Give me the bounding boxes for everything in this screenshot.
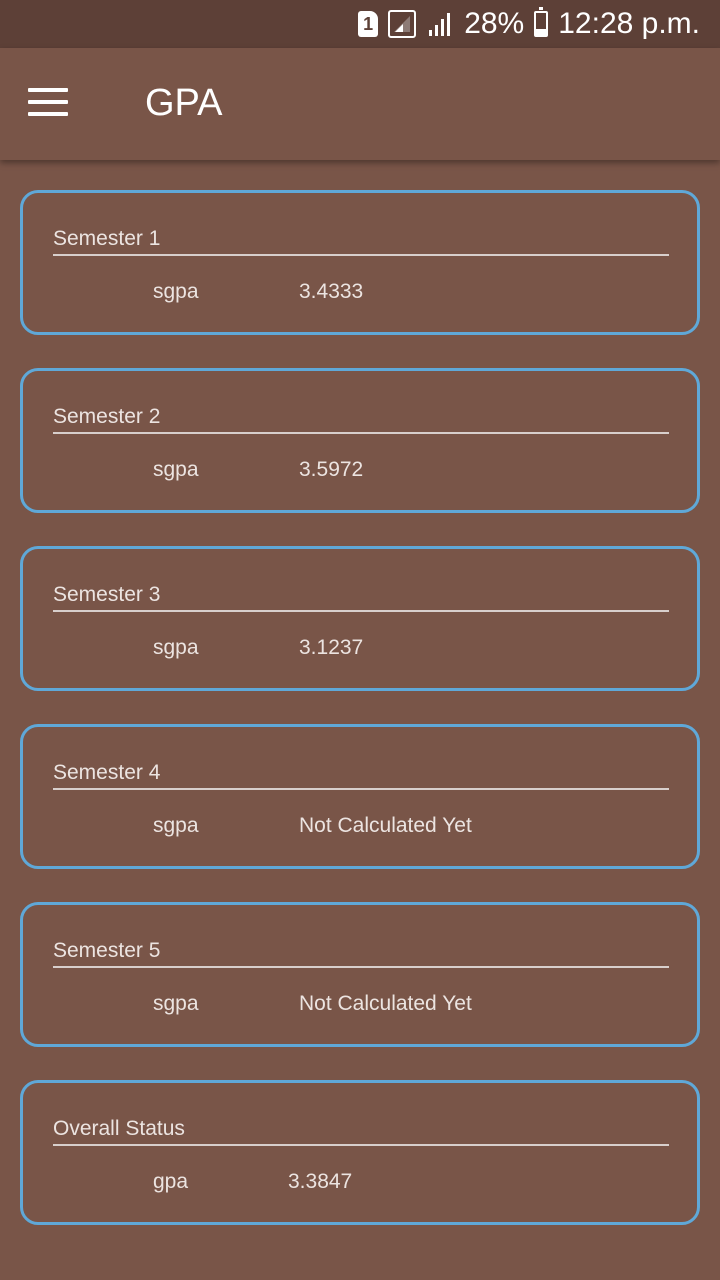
sgpa-label: sgpa xyxy=(153,458,199,481)
semester-card: Semester 3 sgpa 3.1237 xyxy=(20,546,700,691)
sgpa-label: sgpa xyxy=(153,992,199,1015)
divider xyxy=(53,788,669,790)
signal-icon xyxy=(388,10,417,38)
divider xyxy=(53,1144,669,1146)
sgpa-value: 3.5972 xyxy=(299,458,364,481)
sgpa-label: sgpa xyxy=(153,636,199,659)
divider xyxy=(53,432,669,434)
semester-card: Semester 5 sgpa Not Calculated Yet xyxy=(20,902,700,1047)
clock: 12:28 p.m. xyxy=(558,7,700,40)
card-title: Semester 2 xyxy=(53,405,161,428)
sgpa-value: Not Calculated Yet xyxy=(299,814,472,837)
semester-card: Semester 4 sgpa Not Calculated Yet xyxy=(20,724,700,869)
divider xyxy=(53,610,669,612)
sgpa-value: 3.4333 xyxy=(299,280,364,303)
divider xyxy=(53,254,669,256)
semester-card: Semester 1 sgpa 3.4333 xyxy=(20,190,700,335)
battery-level xyxy=(536,28,547,35)
sgpa-value: Not Calculated Yet xyxy=(299,992,472,1015)
card-title: Semester 1 xyxy=(53,227,161,250)
sgpa-value: 3.1237 xyxy=(299,636,364,659)
hamburger-menu-icon[interactable] xyxy=(28,88,68,118)
sim-icon: 1 xyxy=(358,11,379,37)
page-title: GPA xyxy=(145,82,223,124)
sgpa-label: sgpa xyxy=(153,280,199,303)
app-bar: GPA xyxy=(0,48,720,160)
gpa-value: 3.3847 xyxy=(288,1170,353,1193)
status-bar: 1 28% 12:28 p.m. xyxy=(0,0,720,48)
card-title: Semester 3 xyxy=(53,583,161,606)
signal-icon xyxy=(429,13,451,36)
overall-status-card: Overall Status gpa 3.3847 xyxy=(20,1080,700,1225)
card-title: Semester 4 xyxy=(53,761,161,784)
gpa-label: gpa xyxy=(153,1170,189,1193)
battery-icon xyxy=(534,7,549,37)
card-title: Semester 5 xyxy=(53,939,161,962)
semester-card: Semester 2 sgpa 3.5972 xyxy=(20,368,700,513)
sgpa-label: sgpa xyxy=(153,814,199,837)
divider xyxy=(53,966,669,968)
battery-percent: 28% xyxy=(464,7,525,40)
card-title: Overall Status xyxy=(53,1117,185,1140)
status-icons: 1 28% 12:28 p.m. xyxy=(358,0,700,48)
